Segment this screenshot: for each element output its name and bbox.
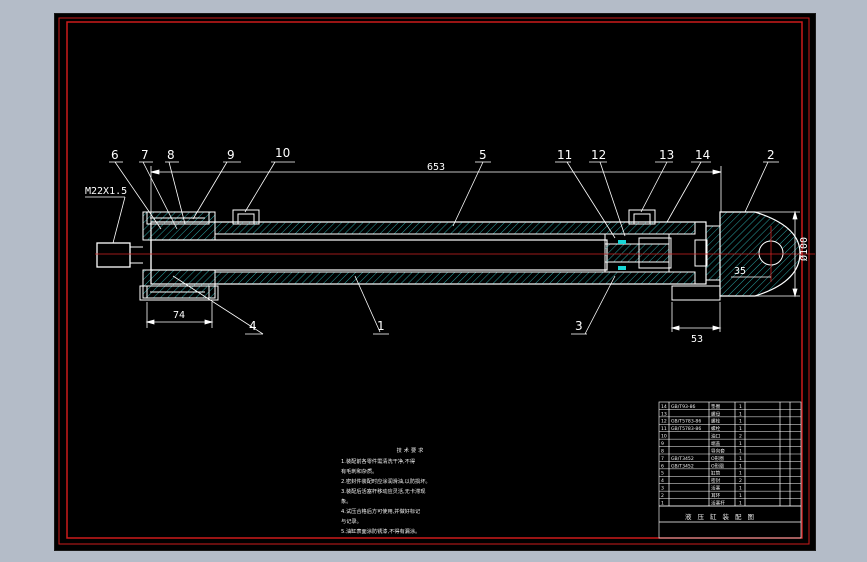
dim-diameter-label: Ø100 [798, 237, 810, 261]
title-block-cell: 1 [739, 456, 742, 462]
title-block-cell: 1 [739, 471, 742, 477]
dim-right-label: 53 [691, 334, 703, 345]
title-block-cell: 活塞 [711, 485, 721, 492]
tech-note-line: 象。 [341, 499, 352, 505]
callout-9: 9 [227, 148, 235, 162]
title-block-cell: 6 [661, 463, 664, 469]
callout-14: 14 [695, 148, 710, 162]
title-block-title: 液压缸装配图 [685, 512, 760, 521]
cylinder-assembly [95, 209, 815, 301]
dimensions [145, 166, 800, 332]
dim-total-label: 653 [427, 162, 445, 173]
tech-note-line: 5.油缸表面涂防锈漆,不得有漏涂。 [341, 529, 421, 535]
technical-notes: 技术要求 1.装配前各零件需清洗干净,不得 有毛刺和杂质。 2.密封件装配时应涂… [341, 446, 481, 537]
title-block-cell: 2 [739, 434, 742, 440]
callout-1: 1 [377, 319, 385, 333]
title-block-cell: GB/T5783-86 [671, 419, 701, 425]
title-block-cell: 垫圈 [711, 403, 721, 410]
title-block-cell: 3 [661, 486, 664, 492]
callout-5: 5 [479, 148, 487, 162]
rear-bottom-flange [671, 285, 721, 301]
piston-rod [150, 239, 608, 271]
title-block-cell: O形圈 [711, 455, 724, 462]
title-block-cell: 螺栓 [711, 425, 721, 432]
title-block-cell: 耳环 [711, 493, 721, 499]
title-block-cell: 1 [739, 411, 742, 417]
title-block-cell: 活塞杆 [711, 499, 725, 506]
title-block-cell: 1 [739, 448, 742, 454]
seal-top [618, 240, 626, 244]
callout-7: 7 [141, 148, 149, 162]
title-block-cell: 螺栓 [711, 418, 721, 425]
title-block-cell: 缸筒 [711, 470, 721, 477]
title-block-cell: 1 [739, 500, 742, 506]
dim-pin-offset-label: 35 [734, 266, 746, 277]
title-block-cell: 7 [661, 456, 664, 462]
title-block-cell: GB/T3452 [671, 463, 694, 469]
title-block-cell: 12 [661, 419, 667, 425]
title-block-cell: 1 [739, 419, 742, 425]
callout-6: 6 [111, 148, 119, 162]
seal-bottom [618, 266, 626, 270]
tech-note-line: 3.装配后活塞杆移动应灵活,无卡滞现 [341, 489, 426, 495]
barrel-wall-lower [214, 271, 696, 285]
callout-10: 10 [275, 146, 290, 160]
title-block-cell: 2 [661, 493, 664, 499]
title-block-cell: 油口 [711, 433, 721, 440]
title-block-cell: 1 [739, 426, 742, 432]
callout-11: 11 [557, 148, 572, 162]
title-block-cell: 1 [739, 441, 742, 447]
tech-note-line: 与记录。 [341, 519, 362, 525]
title-block-cell: 1 [661, 500, 664, 506]
title-block-cell: O形圈 [711, 462, 724, 469]
title-block-cell: 2 [739, 478, 742, 484]
title-block-cell: 11 [661, 426, 667, 432]
callout-12: 12 [591, 148, 606, 162]
title-block-cell: 密封 [711, 477, 721, 484]
title-block-cell: 1 [739, 463, 742, 469]
title-block-cell: 1 [739, 486, 742, 492]
thread-label: M22X1.5 [85, 186, 127, 197]
title-block-cell: 8 [661, 448, 664, 454]
title-block-cell: GB/T3452 [671, 456, 694, 462]
title-block-cell: 9 [661, 441, 664, 447]
dim-left-label: 74 [173, 310, 185, 321]
rear-cap [705, 225, 721, 281]
callout-4: 4 [249, 319, 257, 333]
title-block-cell: 13 [661, 411, 667, 417]
callout-2: 2 [767, 148, 775, 162]
title-block-cell: 端盖 [711, 440, 721, 447]
tech-note-line: 1.装配前各零件需清洗干净,不得 [341, 459, 416, 465]
title-block-cell: 14 [661, 404, 667, 410]
callout-13: 13 [659, 148, 674, 162]
title-block-cell: 4 [661, 478, 664, 484]
title-block-cell: GB/T93-86 [671, 404, 695, 410]
rod-thread-end [96, 242, 131, 268]
title-block-cell: 1 [739, 404, 742, 410]
gland-upper [142, 211, 216, 241]
tech-note-line: 4.试压合格后方可使用,并做好标记 [341, 509, 421, 515]
title-block-cell: 10 [661, 434, 667, 440]
callout-8: 8 [167, 148, 175, 162]
title-block-cell: 5 [661, 471, 664, 477]
cad-viewport[interactable]: 653 74 53 35 Ø100 M22X1.5 6 7 8 9 10 5 1… [54, 13, 816, 551]
callout-3: 3 [575, 319, 583, 333]
barrel-wall-upper [214, 221, 696, 235]
part-callouts [114, 161, 769, 335]
title-block-cell: 导向套 [711, 447, 725, 454]
tech-notes-title: 技术要求 [396, 448, 426, 454]
tech-note-line: 2.密封件装配时应涂润滑油,以防损坏。 [341, 479, 431, 485]
tech-note-line: 有毛刺和杂质。 [341, 469, 378, 475]
title-block-cell: 1 [739, 493, 742, 499]
title-block-cell: 螺母 [711, 410, 721, 417]
title-block-cell: GB/T5783-86 [671, 426, 701, 432]
